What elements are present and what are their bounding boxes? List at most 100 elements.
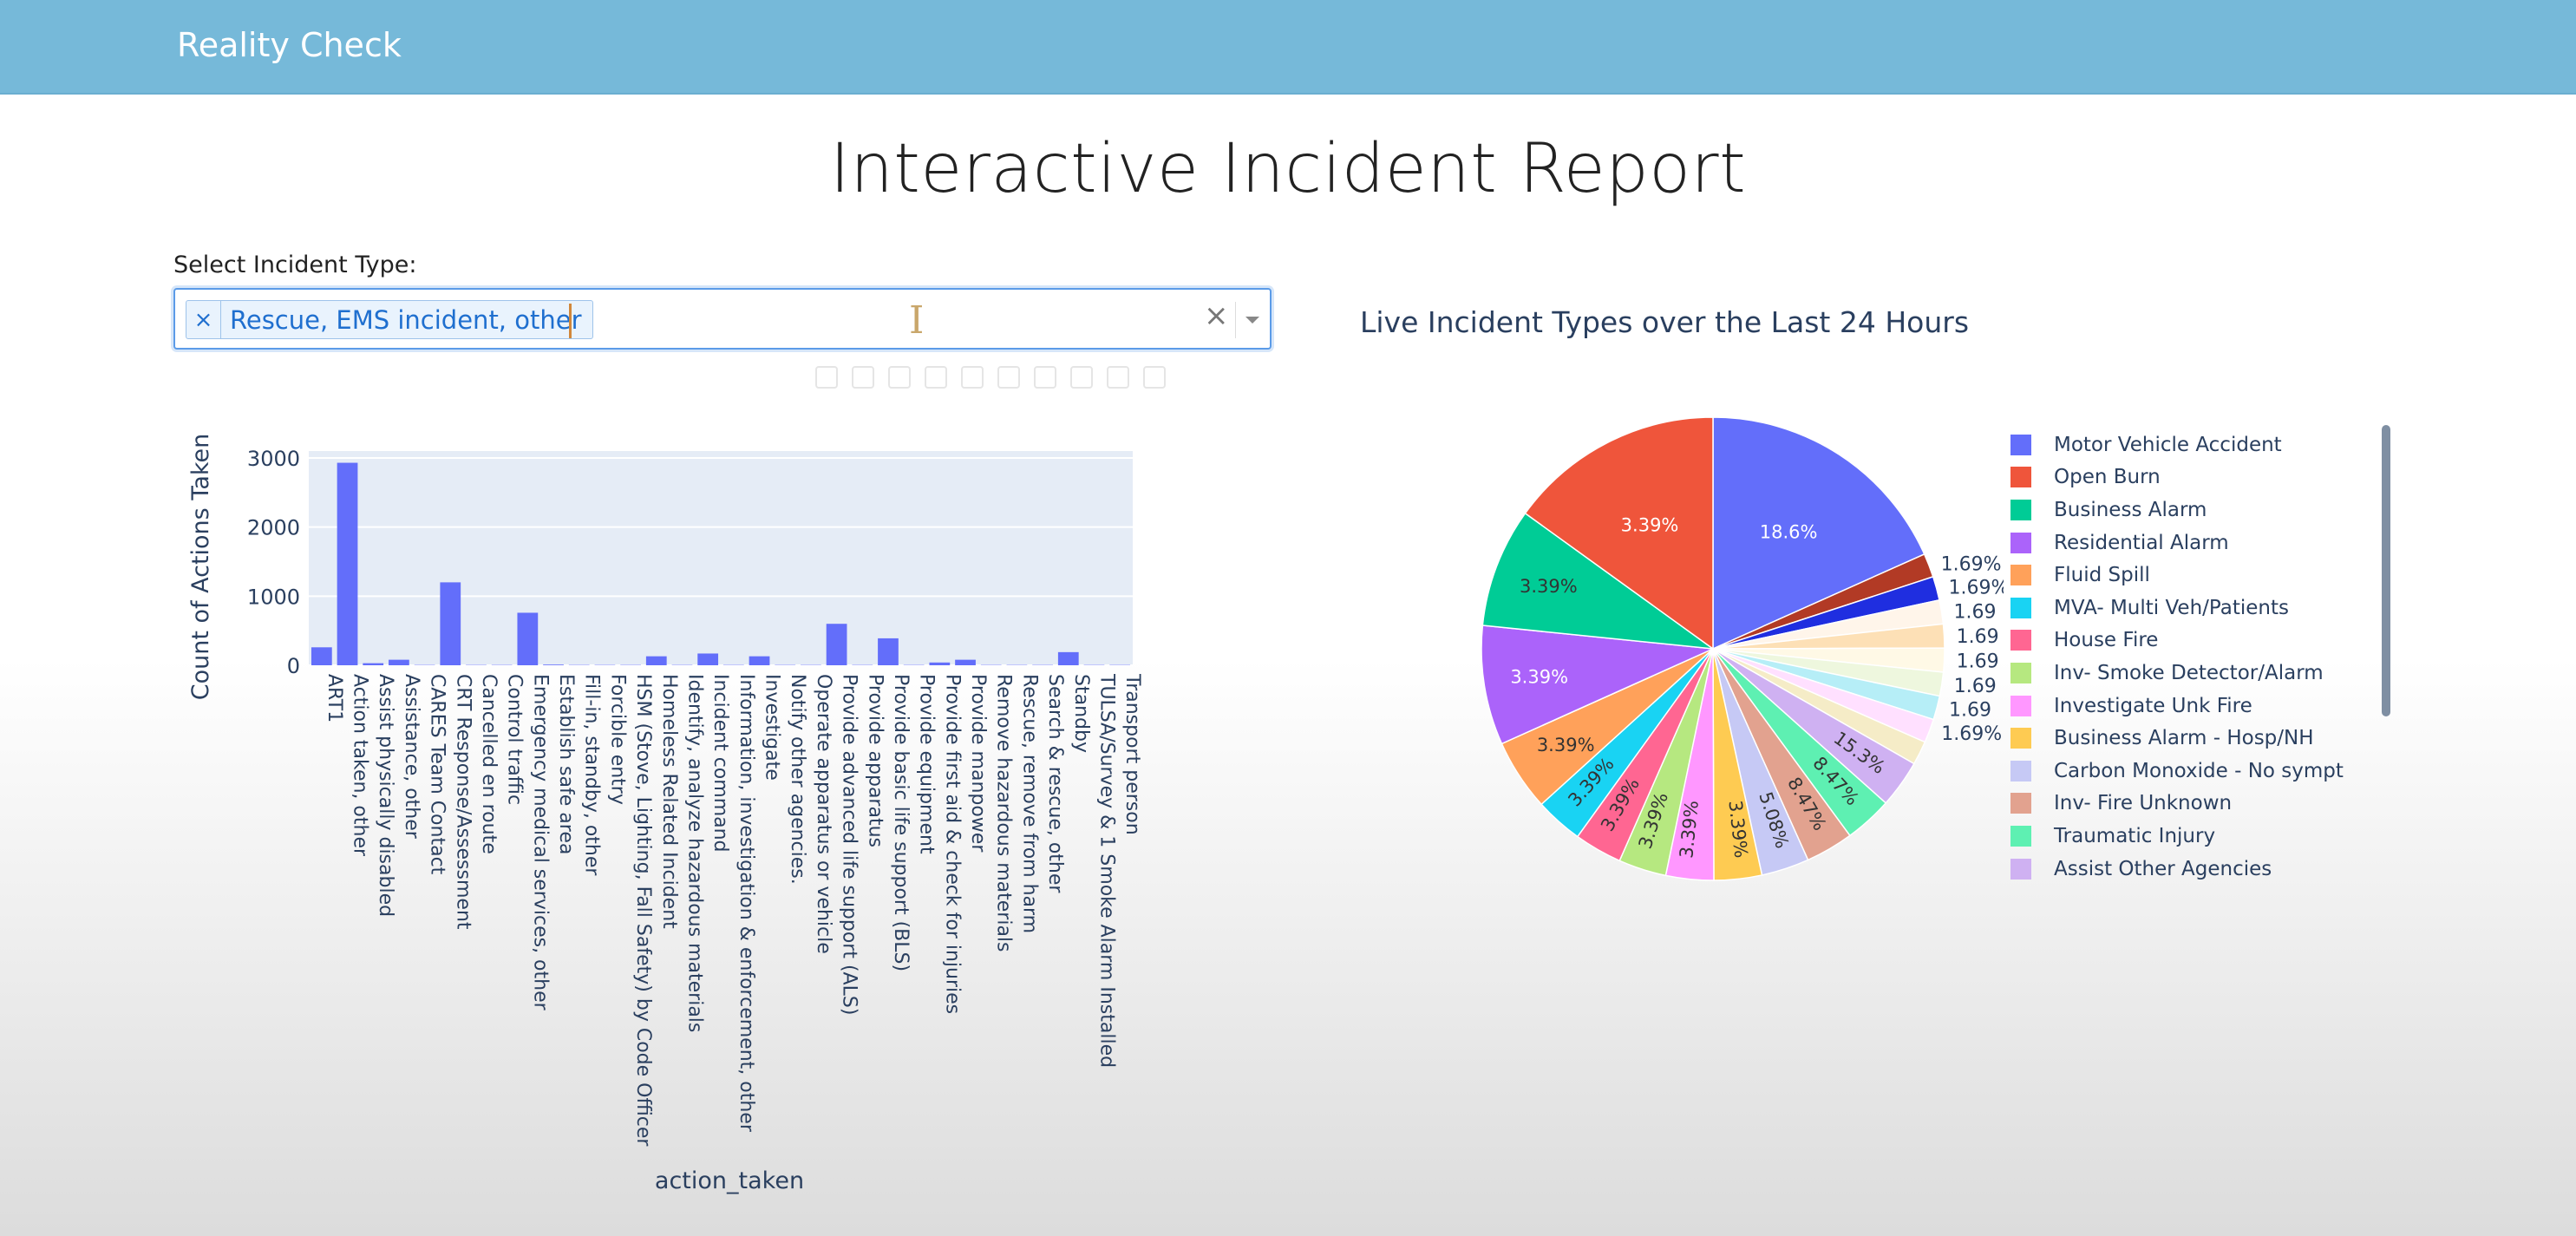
legend-item[interactable]: Fluid Spill bbox=[2010, 559, 2392, 592]
legend-label: Fluid Spill bbox=[2054, 564, 2150, 587]
legend-item[interactable]: Business Alarm - Hosp/NH bbox=[2010, 722, 2392, 755]
pie-chart-title: Live Incident Types over the Last 24 Hou… bbox=[1360, 305, 1970, 339]
x-tick-label: Assist physically disabled bbox=[375, 674, 396, 917]
x-tick-label: Provide basic life support (BLS) bbox=[890, 674, 912, 971]
bar[interactable] bbox=[517, 612, 539, 665]
selected-value-label: Rescue, EMS incident, other bbox=[230, 304, 582, 335]
legend-item[interactable]: Motor Vehicle Accident bbox=[2010, 428, 2392, 461]
bar[interactable] bbox=[440, 582, 461, 665]
x-axis-title: action_taken bbox=[655, 1167, 804, 1194]
pie-outside-label: 1.69 bbox=[1954, 676, 1997, 697]
incident-type-multiselect[interactable]: × Rescue, EMS incident, other I × bbox=[173, 288, 1272, 350]
legend-label: Open Burn bbox=[2054, 466, 2161, 489]
x-tick-label: TULSA/Survey & 1 Smoke Alarm Installed bbox=[1095, 673, 1117, 1068]
legend-swatch bbox=[2010, 825, 2031, 847]
legend-label: House Fire bbox=[2054, 629, 2159, 652]
pie-legend: Motor Vehicle Accident Open Burn Business … bbox=[2010, 428, 2392, 885]
bar[interactable] bbox=[955, 659, 976, 665]
pie-slice-label: 3.39% bbox=[1510, 666, 1568, 687]
legend-item[interactable]: Business Alarm bbox=[2010, 494, 2392, 526]
x-tick-label: Investigate bbox=[762, 674, 783, 781]
select-incident-type-label: Select Incident Type: bbox=[173, 252, 417, 278]
bar[interactable] bbox=[389, 659, 409, 665]
x-tick-label: Cancelled en route bbox=[478, 674, 500, 854]
bar[interactable] bbox=[311, 647, 332, 665]
clear-icon[interactable]: × bbox=[1204, 298, 1229, 333]
x-tick-label: Provide manpower bbox=[967, 674, 989, 853]
pie-slice-label: 3.39% bbox=[1520, 576, 1578, 597]
bar[interactable] bbox=[337, 462, 358, 665]
x-tick-label: Homeless Related Incident bbox=[658, 674, 680, 929]
legend-item[interactable]: Assist Other Agencies bbox=[2010, 853, 2392, 886]
legend-label: Assist Other Agencies bbox=[2054, 857, 2272, 880]
x-tick-label: HSM (Stove, Lighting, Fall Safety) by Co… bbox=[632, 674, 654, 1147]
x-tick-label: Control traffic bbox=[504, 674, 526, 805]
bar[interactable] bbox=[929, 662, 951, 665]
x-tick-label: Action taken, other bbox=[350, 674, 371, 857]
bar[interactable] bbox=[878, 638, 899, 665]
close-icon[interactable]: × bbox=[186, 301, 221, 338]
legend-swatch bbox=[2010, 467, 2031, 488]
legend-swatch bbox=[2010, 662, 2031, 683]
x-tick-label: Operate apparatus or vehicle bbox=[813, 674, 834, 954]
zoom-icon[interactable] bbox=[852, 366, 874, 389]
plotly-logo-icon[interactable] bbox=[1143, 366, 1166, 389]
x-tick-label: Emergency medical services, other bbox=[529, 674, 551, 1011]
pie-slice-label: 3.39% bbox=[1537, 735, 1595, 755]
legend-scrollbar[interactable] bbox=[2382, 425, 2390, 716]
brand-title[interactable]: Reality Check bbox=[177, 26, 402, 64]
x-tick-label: CARES Team Contact bbox=[427, 674, 448, 875]
legend-item[interactable]: Investigate Unk Fire bbox=[2010, 690, 2392, 723]
incident-types-pie-chart[interactable]: 18.6%1.69%1.69%1.691.691.691.691.691.69%… bbox=[1466, 408, 2004, 928]
reset-axes-icon[interactable] bbox=[1107, 366, 1129, 389]
legend-label: Business Alarm - Hosp/NH bbox=[2054, 727, 2314, 750]
x-tick-label: Provide advanced life support (ALS) bbox=[839, 674, 860, 1015]
legend-item[interactable]: House Fire bbox=[2010, 625, 2392, 657]
bar[interactable] bbox=[749, 656, 770, 665]
page-title: Interactive Incident Report bbox=[829, 130, 1747, 208]
legend-swatch bbox=[2010, 565, 2031, 586]
chevron-down-icon[interactable] bbox=[1239, 302, 1266, 338]
bar[interactable] bbox=[826, 624, 847, 665]
legend-item[interactable]: Inv- Fire Unknown bbox=[2010, 788, 2392, 821]
bar[interactable] bbox=[697, 653, 719, 665]
action-taken-bar-chart[interactable]: 0100020003000ART1 Action taken, other Assi… bbox=[173, 416, 1162, 1206]
legend-label: Inv- Fire Unknown bbox=[2054, 792, 2233, 815]
lasso-icon[interactable] bbox=[961, 366, 984, 389]
x-tick-label: Forcible entry bbox=[606, 674, 628, 805]
legend-item[interactable]: Residential Alarm bbox=[2010, 526, 2392, 559]
camera-icon[interactable] bbox=[815, 366, 838, 389]
bar[interactable] bbox=[645, 656, 667, 665]
x-tick-label: Information, investigation & enforcement… bbox=[736, 674, 757, 1133]
legend-item[interactable]: Traumatic Injury bbox=[2010, 820, 2392, 853]
x-tick-label: CRT Response/Assessment bbox=[452, 674, 474, 930]
legend-item[interactable]: Inv- Smoke Detector/Alarm bbox=[2010, 657, 2392, 690]
selected-value-chip: × Rescue, EMS incident, other bbox=[186, 300, 593, 339]
legend-swatch bbox=[2010, 499, 2031, 520]
legend-swatch bbox=[2010, 858, 2031, 880]
x-tick-label: Identify, analyze hazardous materials bbox=[683, 674, 705, 1032]
legend-swatch bbox=[2010, 532, 2031, 553]
x-tick-label: Notify other agencies. bbox=[787, 674, 808, 885]
pan-icon[interactable] bbox=[888, 366, 911, 389]
legend-label: Investigate Unk Fire bbox=[2054, 694, 2252, 717]
bar[interactable] bbox=[363, 663, 384, 665]
bar[interactable] bbox=[543, 664, 564, 665]
select-icon[interactable] bbox=[925, 366, 947, 389]
legend-item[interactable]: Open Burn bbox=[2010, 461, 2392, 494]
pie-outside-label: 1.69 bbox=[1957, 651, 1999, 672]
legend-swatch bbox=[2010, 760, 2031, 781]
legend-item[interactable]: MVA- Multi Veh/Patients bbox=[2010, 592, 2392, 625]
legend-swatch bbox=[2010, 793, 2031, 814]
zoom-out-icon[interactable] bbox=[1034, 366, 1056, 389]
x-tick-label: Incident command bbox=[709, 674, 731, 853]
x-tick-label: Search & rescue, other bbox=[1044, 674, 1066, 893]
legend-swatch bbox=[2010, 695, 2031, 716]
zoom-in-icon[interactable] bbox=[997, 366, 1020, 389]
autoscale-icon[interactable] bbox=[1070, 366, 1093, 389]
bar[interactable] bbox=[1057, 651, 1079, 665]
x-tick-label: Fill-in, standby, other bbox=[581, 674, 603, 876]
legend-label: Business Alarm bbox=[2054, 498, 2207, 521]
legend-item[interactable]: Carbon Monoxide - No sympt bbox=[2010, 755, 2392, 788]
legend-swatch bbox=[2010, 728, 2031, 749]
